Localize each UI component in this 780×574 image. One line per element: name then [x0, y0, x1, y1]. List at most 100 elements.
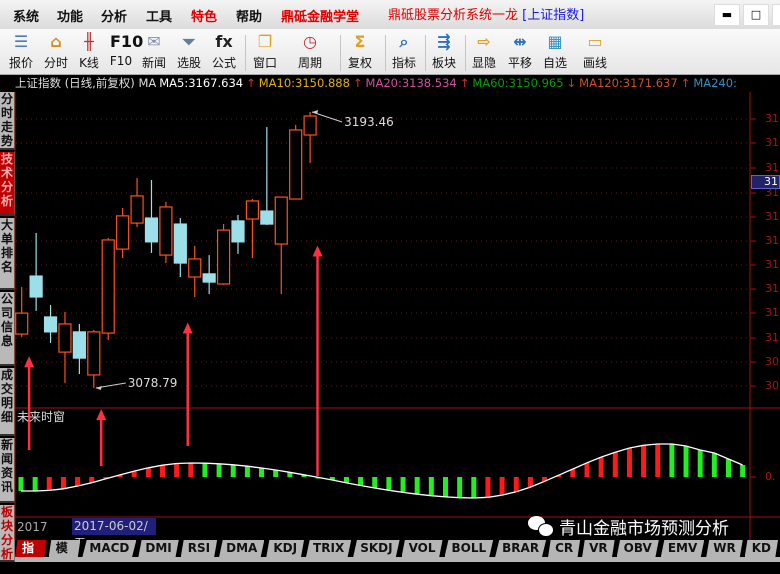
candle[interactable] [245, 199, 260, 258]
axis-label: 31 [765, 258, 779, 271]
candle[interactable] [188, 245, 202, 297]
candle[interactable] [274, 196, 288, 295]
indicator-tab[interactable]: VR [582, 540, 615, 557]
histogram-bar [244, 466, 250, 477]
indicator-tab[interactable]: EMV [660, 540, 705, 557]
candle[interactable] [72, 323, 86, 374]
kline-chart[interactable]: 3193.46 3078.79 [0, 0, 780, 562]
histogram-bar [641, 445, 647, 477]
histogram-bar [626, 448, 632, 477]
candle[interactable] [116, 207, 130, 258]
indicator-tab[interactable]: RSI [180, 540, 218, 557]
year-label: 2017 [17, 520, 48, 534]
candle[interactable] [58, 311, 72, 383]
annotation-label: 3193.46 [344, 115, 394, 129]
histogram-bar [584, 462, 590, 477]
histogram-bar [358, 477, 364, 486]
axis-label: 31 [765, 136, 779, 149]
histogram-bar [414, 477, 420, 495]
candle[interactable] [159, 201, 173, 264]
lower-panel-title: 未来时窗 [17, 410, 66, 424]
candle[interactable] [260, 127, 274, 226]
cursor-date: 2017-06-02/五 [72, 518, 156, 550]
candle-body [15, 312, 29, 335]
indicator-tab[interactable]: OBV [616, 540, 659, 557]
candle[interactable] [289, 124, 303, 200]
histogram-bar [598, 457, 604, 477]
histogram-bar [188, 463, 194, 477]
histogram-bar [32, 477, 38, 491]
candle[interactable] [144, 180, 159, 253]
candle[interactable] [202, 255, 216, 295]
candle[interactable] [173, 218, 187, 278]
candle[interactable] [130, 178, 144, 227]
indicator-tab[interactable]: MACD [82, 540, 137, 557]
candle-body [231, 220, 245, 243]
indicator-tab[interactable]: DMI [138, 540, 179, 557]
histogram-bar [60, 477, 66, 489]
candle[interactable] [87, 329, 101, 388]
candle[interactable] [303, 112, 317, 163]
histogram-bar [655, 444, 661, 477]
candle-body [202, 273, 216, 283]
indicator-tab[interactable]: BOLL [444, 540, 494, 557]
histogram-bar [513, 477, 519, 492]
indicator-tab[interactable]: BRAR [495, 540, 547, 557]
candle[interactable] [101, 238, 115, 341]
histogram-bar [669, 444, 675, 477]
candle-body [101, 239, 115, 334]
histogram-bar [740, 465, 746, 477]
histogram-bar [160, 465, 165, 477]
indicator-tab[interactable]: TRIX [306, 540, 352, 557]
price-axis-highlight: 31 [751, 175, 780, 189]
candle-body [87, 331, 101, 376]
indicator-tab[interactable]: DMA [219, 540, 265, 557]
histogram-bar [386, 477, 392, 491]
indicator-tab[interactable]: KDJ [266, 540, 305, 557]
candle[interactable] [15, 287, 29, 337]
histogram-bar [145, 467, 151, 477]
indicator-tab[interactable]: 模板 [48, 540, 81, 557]
candle-body [116, 215, 130, 250]
indicator-tab[interactable]: SKDJ [353, 540, 400, 557]
indicator-tab[interactable]: WR [706, 540, 743, 557]
histogram-bar [499, 477, 505, 496]
watermark: 青山金融市场预测分析 [528, 514, 729, 539]
candle[interactable] [231, 214, 245, 254]
axis-label: 31 [765, 282, 779, 295]
axis-label: 31 [765, 112, 779, 125]
histogram-bar [485, 477, 491, 498]
axis-label: 31 [765, 234, 779, 247]
indicator-tab[interactable]: KD [744, 540, 778, 557]
candle[interactable] [29, 232, 43, 311]
candle-body [130, 195, 144, 224]
annotation-arrowhead [95, 385, 102, 390]
histogram-bar [230, 464, 236, 477]
axis-label: 30 [765, 379, 779, 392]
indicator-tab[interactable]: 指标 [15, 540, 47, 557]
candle-body [289, 129, 303, 200]
candle-body [144, 217, 159, 243]
candle-body [43, 316, 58, 333]
bottom-strip [15, 557, 780, 562]
indicator-tab[interactable]: VOL [401, 540, 443, 557]
histogram-bar [697, 450, 703, 477]
histogram-bar [457, 477, 463, 498]
lower-panel-zero-label: 0. [765, 470, 776, 483]
histogram-bar [471, 477, 477, 498]
candle-body [274, 196, 288, 245]
candle-body [159, 206, 173, 256]
candle-body [173, 223, 187, 264]
candle[interactable] [216, 224, 231, 285]
histogram-bar [428, 477, 434, 496]
histogram-bar [216, 463, 222, 477]
signal-arrow [312, 245, 323, 476]
candle[interactable] [43, 304, 58, 343]
axis-label: 31 [765, 331, 779, 344]
annotation-label: 3078.79 [128, 376, 178, 390]
oscillator-line [21, 443, 743, 499]
histogram-bar [46, 477, 52, 491]
candle-body [216, 229, 231, 285]
indicator-tab[interactable]: CR [548, 540, 581, 557]
histogram-bar [726, 459, 731, 477]
